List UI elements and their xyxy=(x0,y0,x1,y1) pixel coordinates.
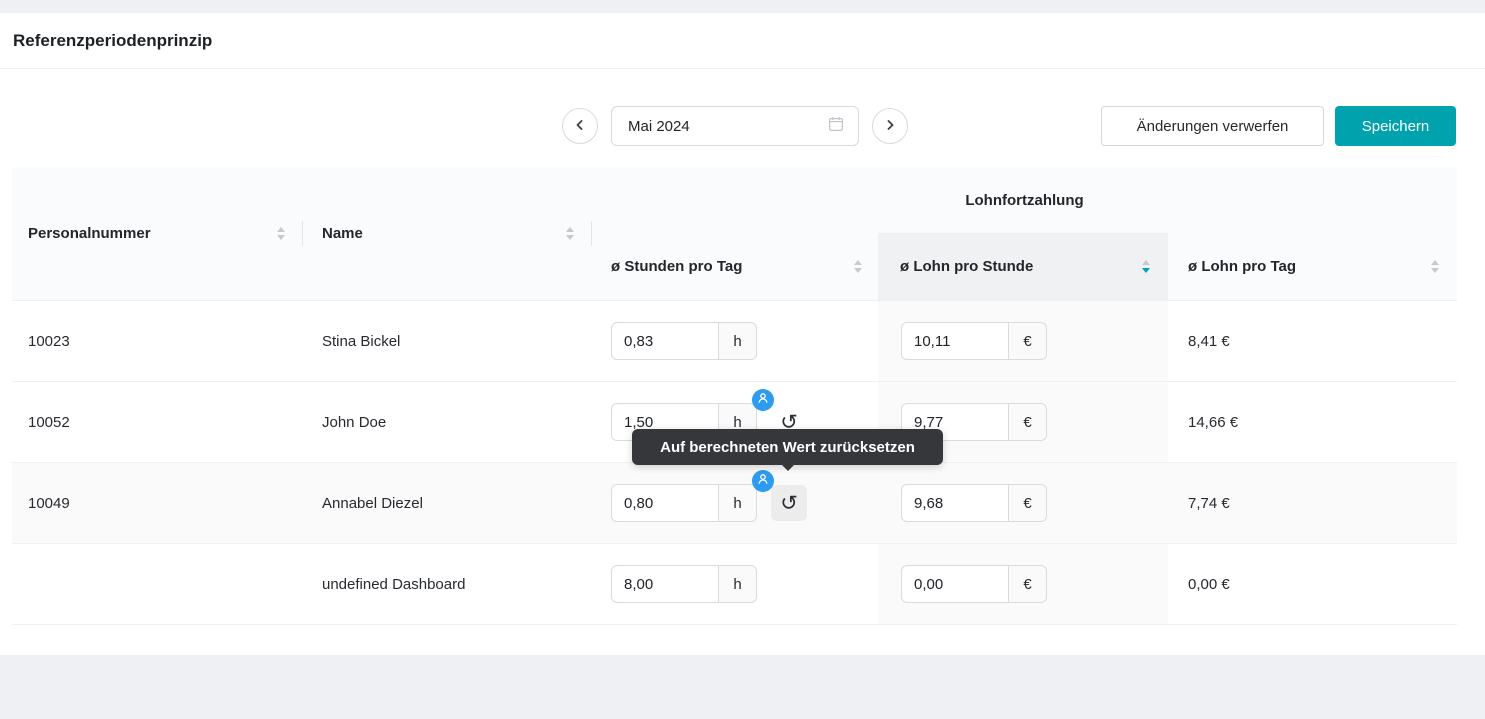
sort-icon[interactable] xyxy=(1431,260,1439,273)
previous-month-button[interactable] xyxy=(562,108,598,144)
column-header-hours-per-day[interactable]: ø Stunden pro Tag xyxy=(592,233,878,300)
wage-per-hour-input[interactable] xyxy=(901,484,1009,522)
table-header: Personalnummer Name Lohnfortzahlung ø St… xyxy=(12,167,1457,301)
top-strip xyxy=(0,0,1485,13)
personalnummer-cell: 10023 xyxy=(12,301,303,381)
column-label: Name xyxy=(322,225,363,242)
euro-unit-label: € xyxy=(1009,322,1047,360)
reset-to-calculated-button[interactable]: ↺ xyxy=(771,485,807,521)
sort-icon-active-desc[interactable] xyxy=(1142,260,1150,273)
column-header-personalnummer[interactable]: Personalnummer xyxy=(12,167,303,300)
user-icon xyxy=(756,391,770,409)
wage-per-day-cell: 8,41 € xyxy=(1168,301,1457,381)
table-row: undefined Dashboard h € 0,00 € xyxy=(12,544,1457,625)
euro-unit-label: € xyxy=(1009,403,1047,441)
table-row: 10049 Annabel Diezel h xyxy=(12,463,1457,544)
column-label: ø Lohn pro Tag xyxy=(1188,258,1296,275)
hours-unit-label: h xyxy=(719,565,757,603)
personalnummer-cell: 10049 xyxy=(12,463,303,543)
column-header-name[interactable]: Name xyxy=(303,167,592,300)
wage-per-hour-cell: € xyxy=(878,301,1168,381)
table-row: 10023 Stina Bickel h € 8,41 € xyxy=(12,301,1457,382)
chevron-left-icon xyxy=(574,119,586,134)
hours-unit-label: h xyxy=(719,484,757,522)
next-month-button[interactable] xyxy=(872,108,908,144)
user-icon xyxy=(756,472,770,490)
column-header-wage-per-hour[interactable]: ø Lohn pro Stunde xyxy=(878,233,1168,300)
name-cell: Stina Bickel xyxy=(303,301,592,381)
tooltip-text: Auf berechneten Wert zurücksetzen xyxy=(660,439,915,456)
name-cell: undefined Dashboard xyxy=(303,544,592,624)
reset-icon: ↺ xyxy=(780,493,798,514)
hours-unit-label: h xyxy=(719,322,757,360)
personalnummer-cell xyxy=(12,544,303,624)
month-picker-value: Mai 2024 xyxy=(628,118,690,135)
tooltip: Auf berechneten Wert zurücksetzen xyxy=(632,429,943,465)
hours-per-day-cell: h xyxy=(592,544,878,624)
column-label: ø Lohn pro Stunde xyxy=(900,258,1033,275)
euro-unit-label: € xyxy=(1009,484,1047,522)
column-label: Personalnummer xyxy=(28,225,151,242)
wage-per-hour-input[interactable] xyxy=(901,322,1009,360)
referenzperioden-page: Referenzperiodenprinzip Mai 2024 Änderun… xyxy=(0,0,1485,719)
calendar-icon xyxy=(828,116,844,137)
hours-per-day-input[interactable] xyxy=(611,565,719,603)
sort-icon[interactable] xyxy=(566,227,574,240)
save-button[interactable]: Speichern xyxy=(1335,106,1456,146)
hours-per-day-cell: h ↺ xyxy=(592,463,878,543)
chevron-right-icon xyxy=(884,119,896,134)
wage-per-day-cell: 0,00 € xyxy=(1168,544,1457,624)
page-title: Referenzperiodenprinzip xyxy=(13,31,212,51)
name-cell: Annabel Diezel xyxy=(303,463,592,543)
wage-per-hour-cell: € xyxy=(878,544,1168,624)
sort-icon[interactable] xyxy=(277,227,285,240)
reference-period-table: Personalnummer Name Lohnfortzahlung ø St… xyxy=(12,167,1457,625)
column-label: ø Stunden pro Tag xyxy=(611,258,742,275)
wage-per-day-cell: 14,66 € xyxy=(1168,382,1457,462)
hours-per-day-cell: h xyxy=(592,301,878,381)
footer-strip xyxy=(0,655,1485,719)
title-bar: Referenzperiodenprinzip xyxy=(0,13,1485,69)
hours-per-day-input[interactable] xyxy=(611,322,719,360)
manual-edit-badge xyxy=(752,470,774,492)
hours-per-day-input[interactable] xyxy=(611,484,719,522)
month-picker[interactable]: Mai 2024 xyxy=(611,106,859,146)
wage-per-day-cell: 7,74 € xyxy=(1168,463,1457,543)
personalnummer-cell: 10052 xyxy=(12,382,303,462)
discard-changes-button[interactable]: Änderungen verwerfen xyxy=(1101,106,1324,146)
group-header-lohnfortzahlung: Lohnfortzahlung xyxy=(592,167,1457,233)
euro-unit-label: € xyxy=(1009,565,1047,603)
wage-per-hour-cell: € xyxy=(878,463,1168,543)
column-header-wage-per-day[interactable]: ø Lohn pro Tag xyxy=(1168,233,1457,300)
name-cell: John Doe xyxy=(303,382,592,462)
wage-per-hour-input[interactable] xyxy=(901,565,1009,603)
sort-icon[interactable] xyxy=(854,260,862,273)
manual-edit-badge xyxy=(752,389,774,411)
